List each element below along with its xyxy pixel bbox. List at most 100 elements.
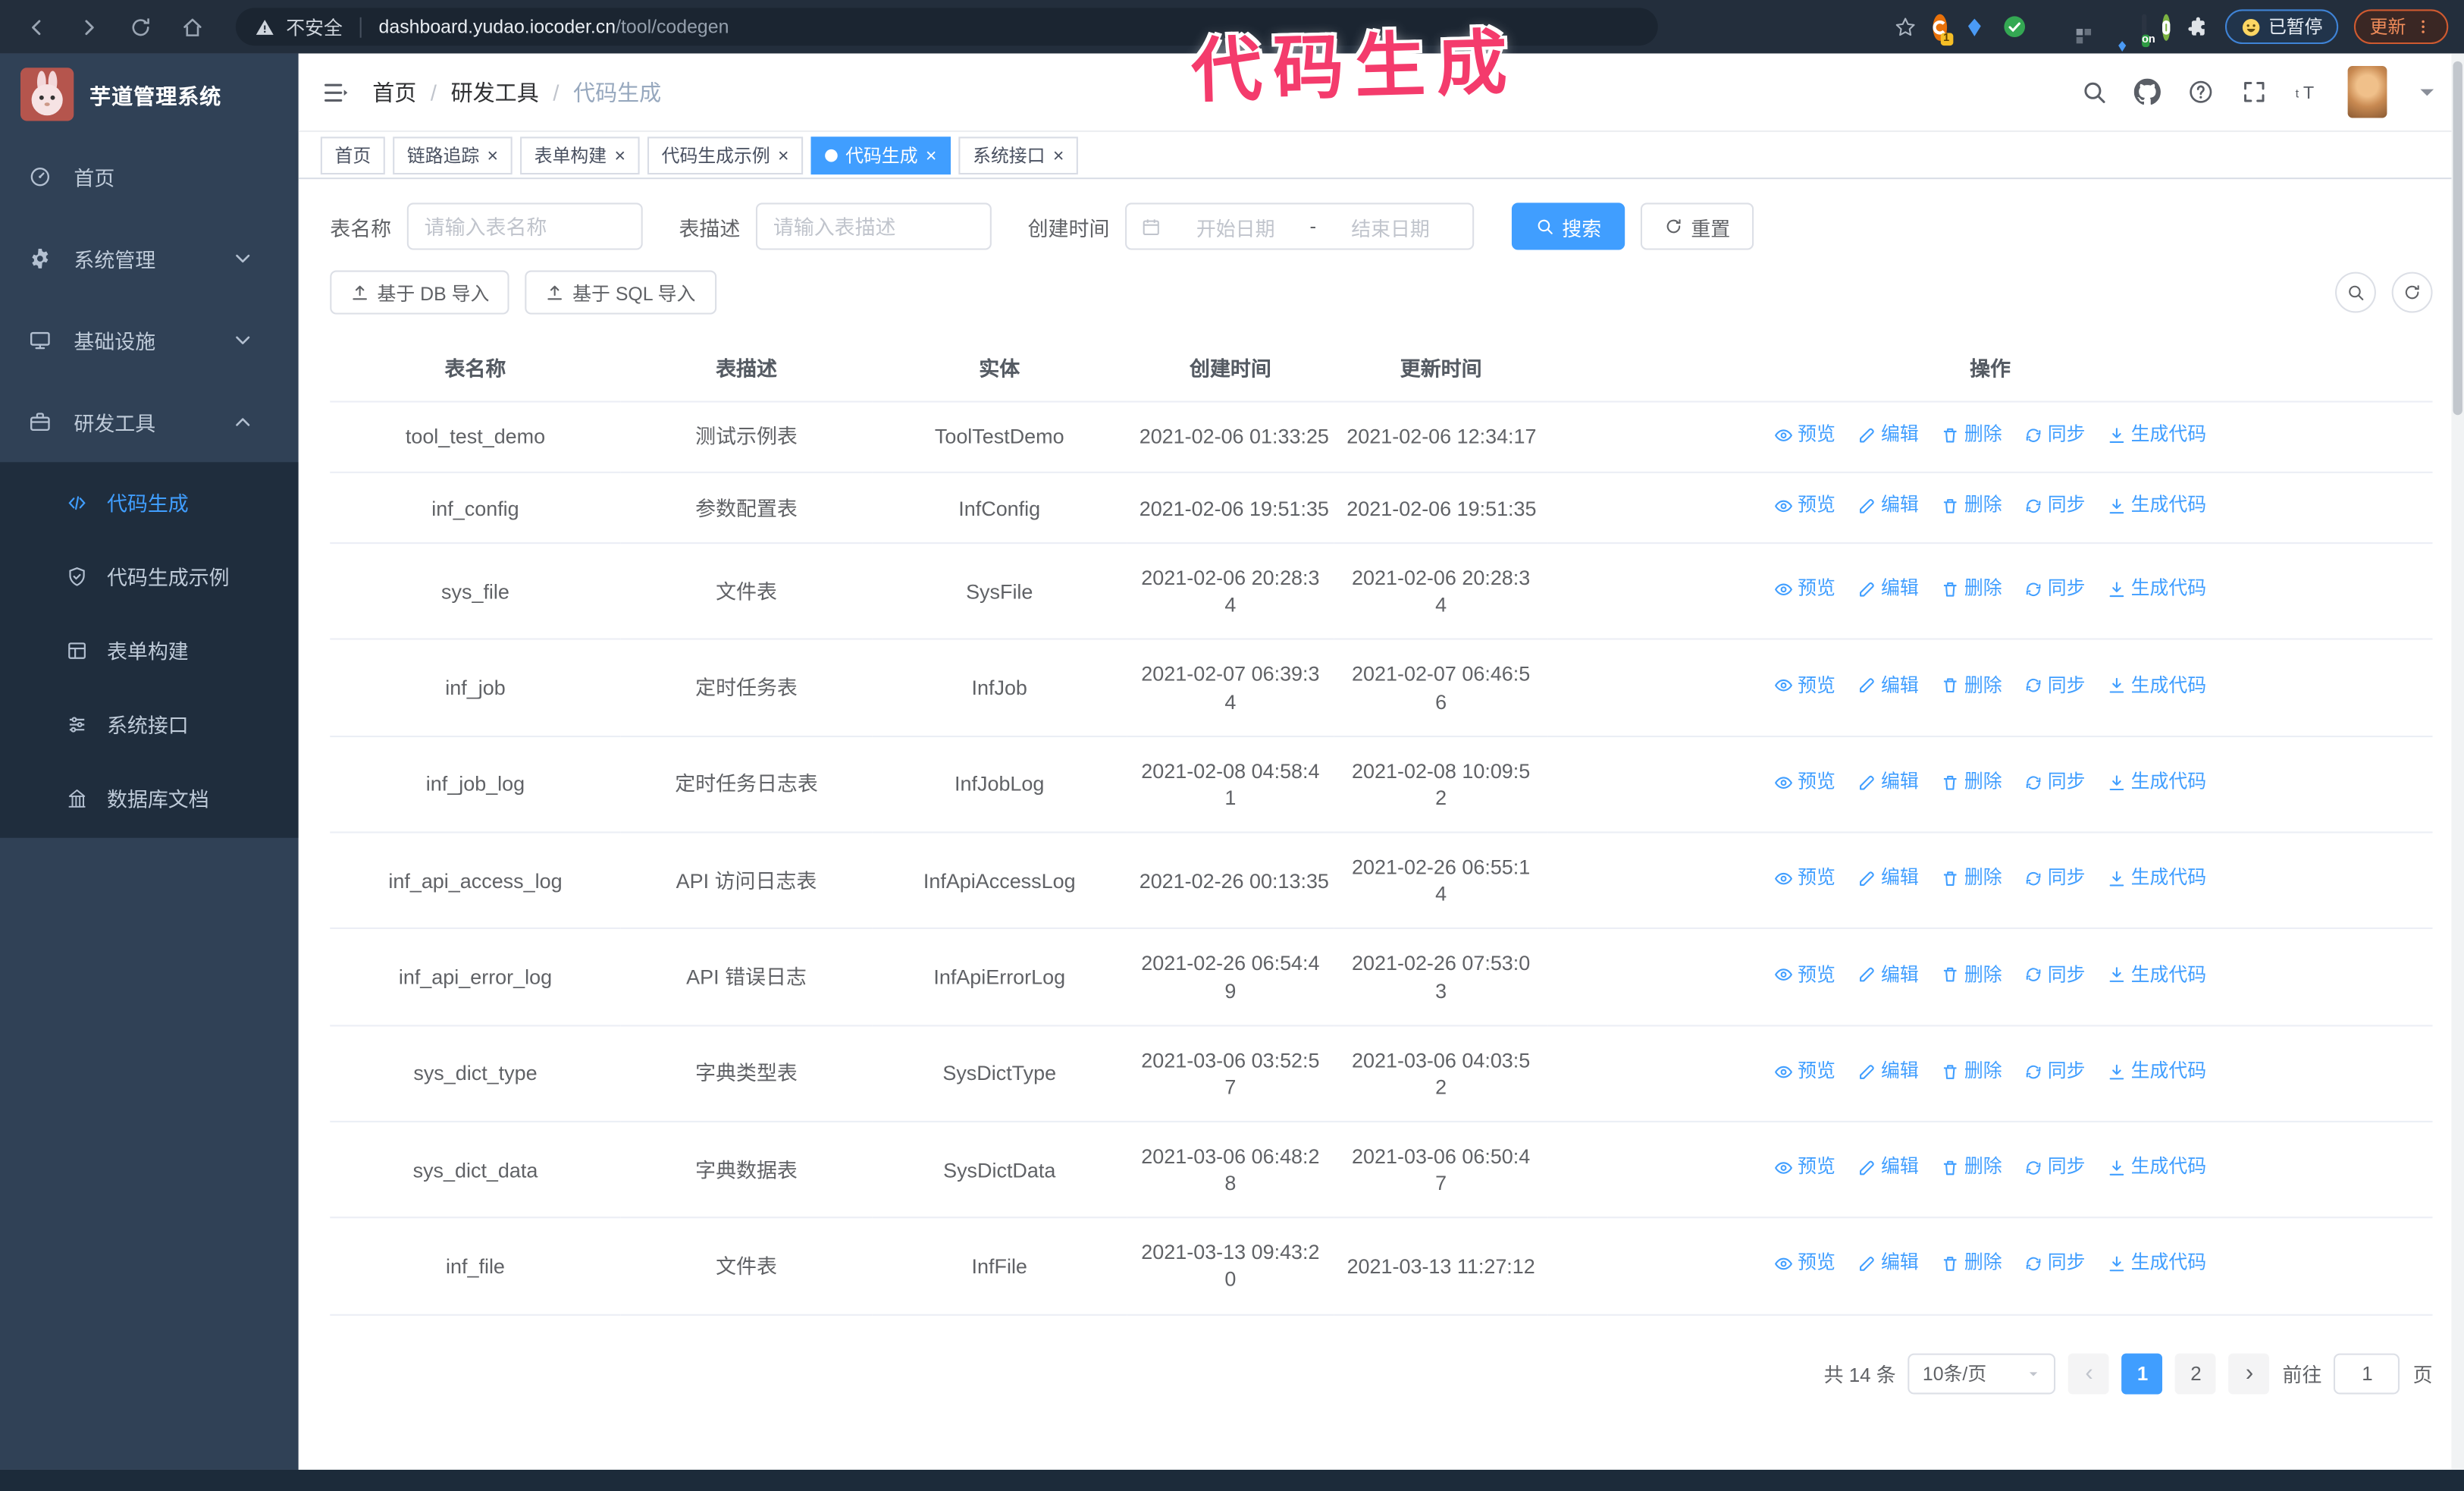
delete-link[interactable]: 删除 [1941,770,2002,795]
preview-link[interactable]: 预览 [1774,1156,1835,1181]
extension-adblock-icon[interactable]: 1 [1932,13,1953,46]
page-button[interactable]: 1 [2122,1352,2164,1394]
sidebar-item[interactable]: 基础设施 [0,299,299,381]
generate-code-link[interactable]: 生成代码 [2108,1252,2206,1277]
avatar[interactable] [2347,66,2387,118]
bookmark-star-icon[interactable] [1893,15,1917,39]
sync-link[interactable]: 同步 [2024,866,2086,891]
delete-link[interactable]: 删除 [1941,1059,2002,1085]
next-page-button[interactable]: › [2229,1352,2270,1394]
generate-code-link[interactable]: 生成代码 [2108,1059,2206,1085]
prev-page-button[interactable]: ‹ [2068,1352,2110,1394]
tab-close-icon[interactable]: × [926,146,937,165]
tab-close-icon[interactable]: × [778,146,789,165]
hamburger-icon[interactable] [322,78,350,106]
browser-back-icon[interactable] [25,15,49,39]
window-scrollbar[interactable] [2451,53,2464,1470]
generate-code-link[interactable]: 生成代码 [2108,673,2206,698]
delete-link[interactable]: 删除 [1941,577,2002,602]
generate-code-link[interactable]: 生成代码 [2108,1156,2206,1181]
date-range-picker[interactable]: 开始日期 - 结束日期 [1125,202,1475,250]
tags-view-tab[interactable]: 表单构建 × [520,136,640,174]
tags-view-tab[interactable]: 代码生成示例 × [647,136,804,174]
tags-view-tab[interactable]: 首页 [320,136,385,174]
browser-forward-icon[interactable] [77,15,101,39]
edit-link[interactable]: 编辑 [1857,963,1919,988]
sync-link[interactable]: 同步 [2024,1156,2086,1181]
sidebar-subitem[interactable]: 表单构建 [0,613,299,686]
browser-home-icon[interactable] [180,15,204,39]
delete-link[interactable]: 删除 [1941,494,2002,519]
tab-close-icon[interactable]: × [614,146,625,165]
edit-link[interactable]: 编辑 [1857,577,1919,602]
delete-link[interactable]: 删除 [1941,673,2002,698]
preview-link[interactable]: 预览 [1774,770,1835,795]
preview-link[interactable]: 预览 [1774,423,1835,448]
sync-link[interactable]: 同步 [2024,770,2086,795]
sidebar-subitem[interactable]: 代码生成示例 [0,539,299,613]
delete-link[interactable]: 删除 [1941,963,2002,988]
preview-link[interactable]: 预览 [1774,494,1835,519]
generate-code-link[interactable]: 生成代码 [2108,866,2206,891]
font-size-icon[interactable]: tT [2294,79,2321,105]
sidebar-item[interactable]: 首页 [0,135,299,217]
security-warning-icon[interactable] [255,17,275,37]
preview-link[interactable]: 预览 [1774,866,1835,891]
preview-link[interactable]: 预览 [1774,963,1835,988]
generate-code-link[interactable]: 生成代码 [2108,963,2206,988]
page-button[interactable]: 2 [2175,1352,2217,1394]
preview-link[interactable]: 预览 [1774,1059,1835,1085]
sync-link[interactable]: 同步 [2024,577,2086,602]
extension-green-icon[interactable] [2161,13,2170,40]
delete-link[interactable]: 删除 [1941,866,2002,891]
sync-link[interactable]: 同步 [2024,423,2086,448]
sidebar-subitem[interactable]: 代码生成 [0,466,299,539]
sync-link[interactable]: 同步 [2024,1252,2086,1277]
brand[interactable]: 芋道管理系统 [0,53,299,135]
tab-close-icon[interactable]: × [1053,146,1064,165]
sidebar-item[interactable]: 研发工具 [0,381,299,463]
sync-link[interactable]: 同步 [2024,494,2086,519]
github-icon[interactable] [2133,78,2161,105]
sidebar-item[interactable]: 系统管理 [0,217,299,299]
delete-link[interactable]: 删除 [1941,1252,2002,1277]
table-desc-input[interactable] [756,202,992,250]
breadcrumb-item[interactable]: 首页 [372,77,416,108]
preview-link[interactable]: 预览 [1774,673,1835,698]
sync-link[interactable]: 同步 [2024,963,2086,988]
avatar-dropdown-caret-icon[interactable] [2414,79,2440,105]
scrollbar-thumb[interactable] [2453,61,2462,416]
extension-grid-icon[interactable] [2042,23,2127,52]
table-name-input[interactable] [406,202,643,250]
generate-code-link[interactable]: 生成代码 [2108,770,2206,795]
edit-link[interactable]: 编辑 [1857,1252,1919,1277]
delete-link[interactable]: 删除 [1941,423,2002,448]
preview-link[interactable]: 预览 [1774,577,1835,602]
fullscreen-icon[interactable] [2241,79,2268,105]
paused-badge[interactable]: 已暂停 [2224,9,2339,45]
refresh-table-button[interactable] [2391,272,2433,313]
page-size-select[interactable]: 10条/页 [1908,1352,2057,1394]
extension-check-icon[interactable] [2002,14,2027,40]
search-button[interactable]: 搜索 [1512,202,1625,250]
sidebar-subitem[interactable]: 数据库文档 [0,761,299,834]
generate-code-link[interactable]: 生成代码 [2108,423,2206,448]
header-search-icon[interactable] [2080,79,2107,105]
edit-link[interactable]: 编辑 [1857,673,1919,698]
reset-button[interactable]: 重置 [1641,202,1754,250]
edit-link[interactable]: 编辑 [1857,866,1919,891]
edit-link[interactable]: 编辑 [1857,770,1919,795]
show-search-toggle-button[interactable] [2335,272,2376,313]
goto-page-input[interactable] [2334,1352,2401,1394]
address-bar[interactable]: 不安全 dashboard.yudao.iocoder.cn/tool/code… [235,8,1658,46]
sync-link[interactable]: 同步 [2024,1059,2086,1085]
import-db-button[interactable]: 基于 DB 导入 [330,270,510,315]
edit-link[interactable]: 编辑 [1857,1059,1919,1085]
extensions-menu-icon[interactable] [2185,14,2209,40]
breadcrumb-item[interactable]: 研发工具 [451,77,539,108]
generate-code-link[interactable]: 生成代码 [2108,577,2206,602]
edit-link[interactable]: 编辑 [1857,494,1919,519]
preview-link[interactable]: 预览 [1774,1252,1835,1277]
tags-view-tab[interactable]: 系统接口 × [958,136,1079,174]
extension-gem-icon[interactable] [1962,14,1986,40]
